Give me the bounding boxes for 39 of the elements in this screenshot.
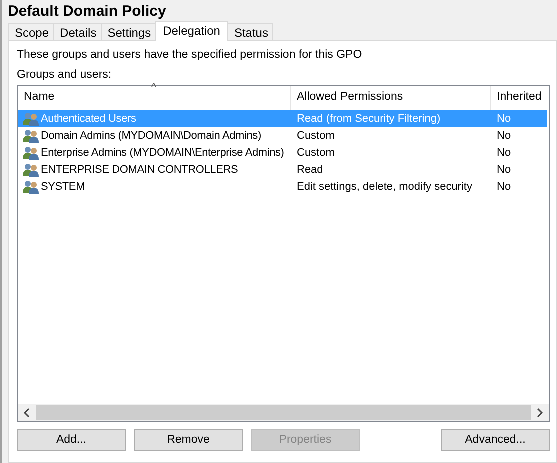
table-row[interactable]: Domain Admins (MYDOMAIN\Domain Admins) Custom No — [18, 127, 549, 144]
tab[interactable]: Settings — [100, 23, 156, 40]
table-cell-text: Enterprise Admins (MYDOMAIN\Enterprise Admins) — [41, 146, 286, 158]
user-group-icon — [23, 128, 39, 142]
table-cell-text: No — [496, 180, 512, 192]
table-cell-text: Custom — [296, 130, 336, 142]
user-group-icon — [23, 180, 39, 194]
user-group-icon — [23, 112, 39, 126]
window-title: Default Domain Policy — [7, 2, 168, 21]
table-cell-text: No — [496, 146, 512, 158]
user-group-icon — [23, 162, 39, 176]
table-cell-text: No — [496, 164, 512, 176]
button[interactable]: Advanced... — [441, 429, 550, 451]
table-cell-text: SYSTEM — [41, 180, 86, 192]
description-text: These groups and users have the specified permission for this GPO — [17, 49, 364, 63]
table-cell-text: Custom — [296, 146, 336, 158]
button[interactable]: Add... — [17, 429, 126, 451]
scroll-right-icon[interactable] — [536, 408, 544, 418]
tab[interactable]: Status — [227, 23, 274, 40]
table-cell-text: No — [496, 130, 512, 142]
table-cell-text: Read — [296, 164, 324, 176]
table-cell-text: Edit settings, delete, modify security — [296, 180, 474, 192]
tab[interactable]: Details — [53, 23, 102, 40]
column-header[interactable]: Inherited — [491, 86, 549, 110]
table-cell-text: ENTERPRISE DOMAIN CONTROLLERS — [41, 164, 240, 176]
scroll-left-icon[interactable] — [23, 408, 31, 418]
horizontal-scrollbar[interactable] — [18, 404, 549, 421]
tab[interactable]: Scope — [8, 23, 54, 40]
table-row[interactable]: Enterprise Admins (MYDOMAIN\Enterprise Admins) Custom No — [18, 144, 549, 161]
user-group-icon — [23, 146, 39, 160]
scrollbar-thumb[interactable] — [36, 405, 531, 420]
table-row[interactable]: ENTERPRISE DOMAIN CONTROLLERS Read No — [18, 161, 549, 178]
table-row[interactable]: SYSTEM Edit settings, delete, modify security No — [18, 178, 549, 195]
button[interactable]: Remove — [134, 429, 243, 451]
tab[interactable]: Delegation — [155, 21, 228, 41]
list-label: Groups and users: — [17, 69, 113, 83]
table-cell-text: No — [496, 112, 512, 124]
table-cell-text: Read (from Security Filtering) — [296, 112, 442, 124]
table-cell-text: Domain Admins (MYDOMAIN\Domain Admins) — [41, 130, 262, 142]
